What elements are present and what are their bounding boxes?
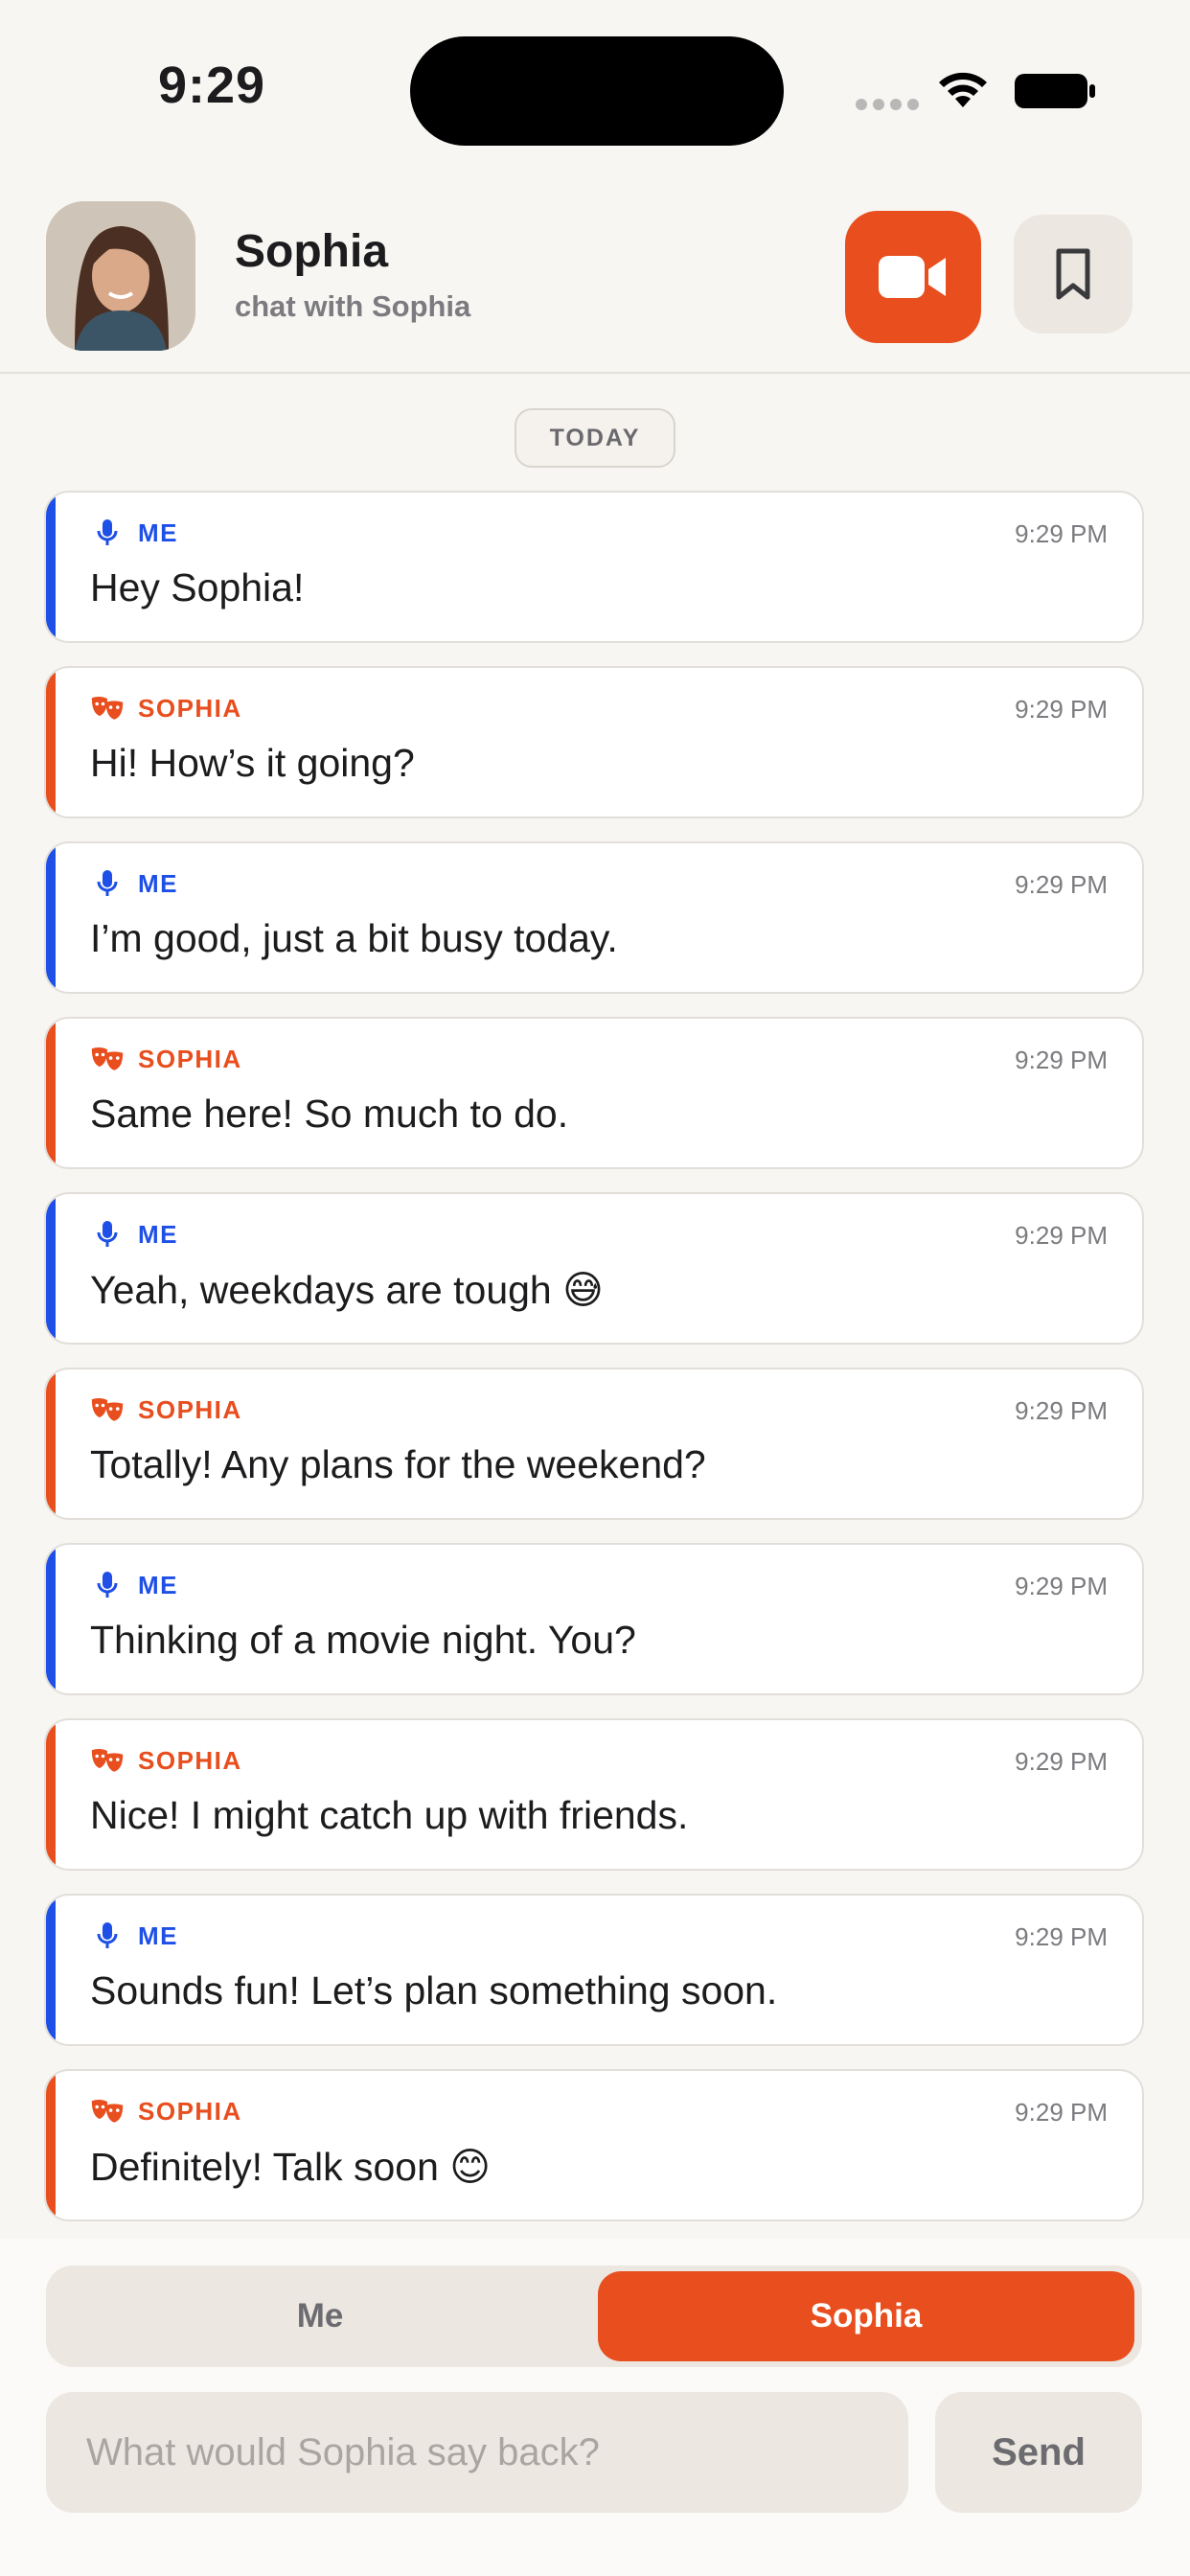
message-card[interactable]: ME 9:29 PM I’m good, just a bit busy tod… <box>44 841 1144 994</box>
message-text: Nice! I might catch up with friends. <box>90 1793 689 1837</box>
message-card[interactable]: SOPHIA 9:29 PM Nice! I might catch up wi… <box>44 1718 1144 1871</box>
wifi-icon <box>939 72 987 107</box>
message-card[interactable]: SOPHIA 9:29 PM Definitely! Talk soon 😊 <box>44 2069 1144 2221</box>
microphone-icon <box>90 1920 125 1951</box>
sender-label: ME <box>138 1570 178 1599</box>
video-camera-icon <box>879 256 946 298</box>
sender-accent-bar <box>46 1369 56 1518</box>
theater-masks-icon <box>90 2096 125 2127</box>
contact-subtitle: chat with Sophia <box>235 289 471 323</box>
message-card[interactable]: ME 9:29 PM Sounds fun! Let’s plan someth… <box>44 1894 1144 2046</box>
message-list: ME 9:29 PM Hey Sophia! SOPHIA 9:29 PM Hi… <box>44 491 1144 2244</box>
sender-label: SOPHIA <box>138 693 242 723</box>
message-time: 9:29 PM <box>1015 1396 1108 1425</box>
message-sender: ME <box>90 1570 178 1600</box>
bookmark-button[interactable] <box>1014 215 1133 334</box>
cellular-signal-icon <box>856 99 919 110</box>
sender-accent-bar <box>46 2071 56 2220</box>
message-time: 9:29 PM <box>1015 1747 1108 1776</box>
message-text: Sounds fun! Let’s plan something soon. <box>90 1968 778 2012</box>
microphone-icon <box>90 1219 125 1250</box>
theater-masks-icon <box>90 1394 125 1425</box>
theater-masks-icon <box>90 1044 125 1074</box>
message-time: 9:29 PM <box>1015 519 1108 548</box>
message-time: 9:29 PM <box>1015 870 1108 899</box>
message-card[interactable]: SOPHIA 9:29 PM Totally! Any plans for th… <box>44 1368 1144 1520</box>
send-button[interactable]: Send <box>935 2392 1142 2513</box>
sender-label: SOPHIA <box>138 1394 242 1424</box>
message-text: Same here! So much to do. <box>90 1092 569 1136</box>
sender-accent-bar <box>46 1896 56 2044</box>
sender-label: SOPHIA <box>138 2096 242 2126</box>
message-sender: SOPHIA <box>90 1745 242 1776</box>
message-time: 9:29 PM <box>1015 1922 1108 1951</box>
message-text: Totally! Any plans for the weekend? <box>90 1442 706 1486</box>
sender-accent-bar <box>46 1720 56 1869</box>
sender-label: ME <box>138 868 178 898</box>
message-input[interactable]: What would Sophia say back? <box>46 2392 908 2513</box>
message-card[interactable]: ME 9:29 PM Hey Sophia! <box>44 491 1144 643</box>
contact-name: Sophia <box>235 226 389 277</box>
sender-accent-bar <box>46 843 56 992</box>
message-text: I’m good, just a bit busy today. <box>90 916 618 960</box>
microphone-icon <box>90 868 125 899</box>
message-card[interactable]: SOPHIA 9:29 PM Same here! So much to do. <box>44 1017 1144 1169</box>
message-sender: ME <box>90 1219 178 1250</box>
speaker-toggle: Me Sophia <box>46 2266 1142 2367</box>
chat-screen: 9:29 Sophia chat with Sophia TODAY ME 9:… <box>0 0 1190 2576</box>
message-sender: SOPHIA <box>90 693 242 724</box>
sender-accent-bar <box>46 1019 56 1167</box>
message-text: Thinking of a movie night. You? <box>90 1618 636 1662</box>
message-text: Hey Sophia! <box>90 565 305 610</box>
message-time: 9:29 PM <box>1015 695 1108 724</box>
toggle-sophia[interactable]: Sophia <box>598 2271 1134 2361</box>
sender-label: ME <box>138 518 178 547</box>
date-chip: TODAY <box>515 408 675 468</box>
theater-masks-icon <box>90 693 125 724</box>
sender-label: SOPHIA <box>138 1044 242 1073</box>
message-sender: SOPHIA <box>90 1394 242 1425</box>
message-sender: ME <box>90 1920 178 1951</box>
message-time: 9:29 PM <box>1015 2098 1108 2127</box>
sender-label: ME <box>138 1920 178 1950</box>
composer: Me Sophia What would Sophia say back? Se… <box>0 2239 1190 2576</box>
sender-accent-bar <box>46 668 56 816</box>
message-sender: ME <box>90 518 178 548</box>
bookmark-icon <box>1056 248 1090 300</box>
sender-label: ME <box>138 1219 178 1249</box>
theater-masks-icon <box>90 1745 125 1776</box>
message-text: Yeah, weekdays are tough 😅 <box>90 1268 604 1312</box>
message-sender: SOPHIA <box>90 1044 242 1074</box>
dynamic-island <box>410 36 784 146</box>
microphone-icon <box>90 1570 125 1600</box>
message-card[interactable]: SOPHIA 9:29 PM Hi! How’s it going? <box>44 666 1144 818</box>
message-card[interactable]: ME 9:29 PM Thinking of a movie night. Yo… <box>44 1543 1144 1695</box>
message-sender: SOPHIA <box>90 2096 242 2127</box>
sender-accent-bar <box>46 1194 56 1343</box>
toggle-me[interactable]: Me <box>52 2271 588 2361</box>
message-text: Definitely! Talk soon 😊 <box>90 2145 492 2189</box>
sender-accent-bar <box>46 493 56 641</box>
avatar[interactable] <box>46 201 195 351</box>
microphone-icon <box>90 518 125 548</box>
video-call-button[interactable] <box>845 211 981 343</box>
status-time: 9:29 <box>158 57 266 114</box>
chat-header: Sophia chat with Sophia <box>0 182 1190 374</box>
status-bar: 9:29 <box>0 0 1190 182</box>
message-time: 9:29 PM <box>1015 1221 1108 1250</box>
avatar-image <box>46 201 195 351</box>
battery-icon <box>1015 74 1095 108</box>
sender-label: SOPHIA <box>138 1745 242 1775</box>
sender-accent-bar <box>46 1545 56 1693</box>
message-card[interactable]: ME 9:29 PM Yeah, weekdays are tough 😅 <box>44 1192 1144 1345</box>
message-text: Hi! How’s it going? <box>90 741 415 785</box>
message-time: 9:29 PM <box>1015 1572 1108 1600</box>
message-sender: ME <box>90 868 178 899</box>
message-time: 9:29 PM <box>1015 1046 1108 1074</box>
